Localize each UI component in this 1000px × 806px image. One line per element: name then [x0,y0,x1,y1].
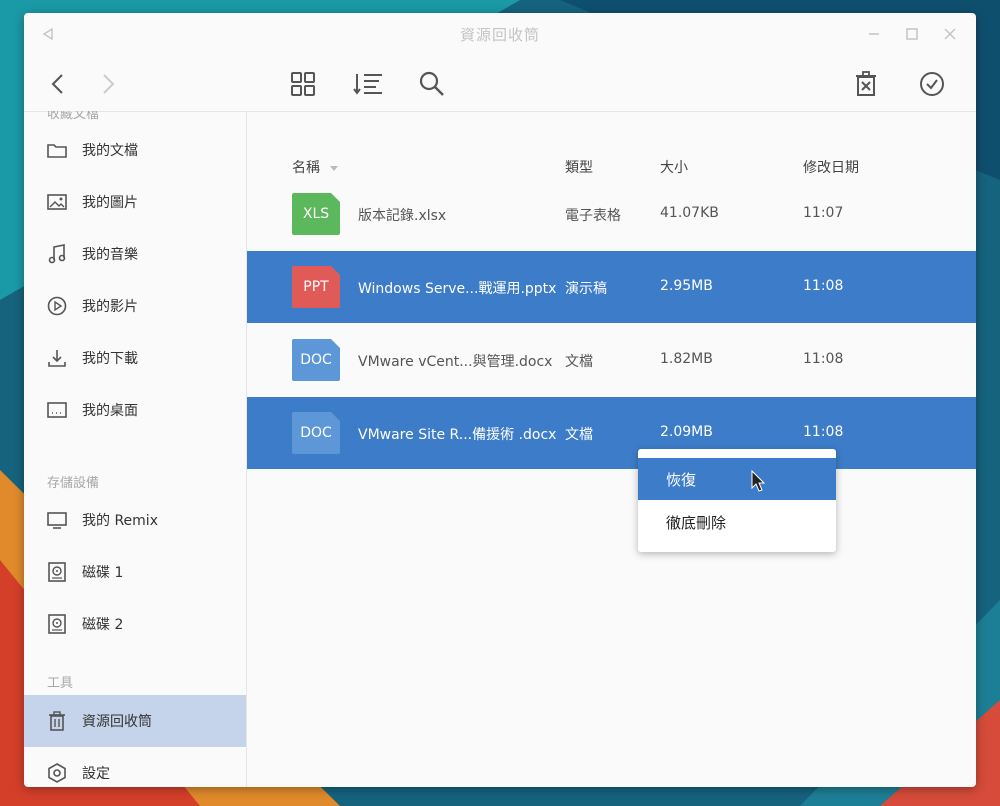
grid-view-button[interactable] [286,67,320,101]
maximize-icon[interactable] [902,24,922,44]
sidebar-item-documents[interactable]: 我的文檔 [24,124,246,176]
sort-button[interactable] [351,67,385,101]
file-type: 文檔 [565,427,593,443]
toolbar [24,55,976,112]
file-type: 文檔 [565,354,593,370]
section-label-tools: 工具 [47,676,74,691]
folder-icon [46,139,68,161]
sidebar-item-disk-1[interactable]: 磁碟 1 [24,546,246,598]
empty-trash-button[interactable] [849,67,883,101]
file-modified: 11:08 [803,424,844,440]
sort-icon [353,74,382,95]
file-size: 2.09MB [660,424,713,440]
file-row[interactable]: DOC VMware Site R...備援術 .docx 文檔 2.09MB … [247,397,976,469]
minimize-icon[interactable] [864,24,884,44]
monitor-icon [46,509,68,531]
forward-button[interactable] [91,67,125,101]
file-name: 版本記錄.xlsx [358,208,447,224]
doc-file-icon: DOC [292,412,340,454]
settings-icon [46,762,68,784]
trash-icon [46,710,68,732]
search-icon [419,71,444,96]
ppt-file-icon: PPT [292,266,340,308]
mouse-cursor-icon [751,470,766,492]
file-modified: 11:08 [803,351,844,367]
trash-x-icon [856,71,876,96]
select-mode-button[interactable] [915,67,949,101]
file-modified: 11:08 [803,278,844,294]
download-icon [46,347,68,369]
file-size: 41.07KB [660,205,719,221]
play-icon [46,295,68,317]
grid-icon [291,72,315,96]
file-name: Windows Serve...戰運用.pptx [358,281,557,297]
sidebar-item-downloads[interactable]: 我的下載 [24,332,246,384]
column-header-name[interactable]: 名稱 [292,157,338,177]
title-bar: 資源回收筒 [24,13,976,55]
column-header-size[interactable]: 大小 [660,157,688,177]
file-modified: 11:07 [803,205,844,221]
sidebar: 收藏文檔 我的文檔 我的圖片 我的音樂 我的影片 我的下載 我的桌面 存儲設備 … [24,111,247,787]
check-circle-icon [920,72,944,96]
close-icon[interactable] [940,24,960,44]
xls-file-icon: XLS [292,193,340,235]
restore-menu-item[interactable]: 恢復 [638,458,836,500]
column-header-modified[interactable]: 修改日期 [803,157,859,177]
desktop-icon [46,399,68,421]
sidebar-item-disk-2[interactable]: 磁碟 2 [24,598,246,650]
disk-icon [46,613,68,635]
back-button[interactable] [41,67,75,101]
section-label-storage: 存儲設備 [47,476,100,491]
sidebar-item-videos[interactable]: 我的影片 [24,280,246,332]
sidebar-item-pictures[interactable]: 我的圖片 [24,176,246,228]
context-menu: 恢復 徹底刪除 [638,449,836,552]
file-type: 電子表格 [565,208,621,224]
delete-permanently-menu-item[interactable]: 徹底刪除 [638,501,836,543]
column-header-type[interactable]: 類型 [565,157,593,177]
section-label-favorites: 收藏文檔 [47,111,100,122]
back-triangle-icon[interactable] [38,24,58,44]
file-name: VMware Site R...備援術 .docx [358,427,557,443]
doc-file-icon: DOC [292,339,340,381]
file-row[interactable]: DOC VMware vCent...與管理.docx 文檔 1.82MB 11… [247,324,976,396]
search-button[interactable] [415,67,449,101]
image-icon [46,191,68,213]
disk-icon [46,561,68,583]
file-size: 1.82MB [660,351,713,367]
file-row[interactable]: XLS 版本記錄.xlsx 電子表格 41.07KB 11:07 [247,178,976,250]
window-title: 資源回收筒 [459,25,540,44]
file-manager-window: 資源回收筒 收藏文檔 我的文檔 我的圖片 我的音樂 我的影片 我的下載 我的桌面… [24,13,976,787]
sort-caret-icon [330,165,338,171]
file-type: 演示稿 [565,281,607,297]
file-size: 2.95MB [660,278,713,294]
file-row[interactable]: PPT Windows Serve...戰運用.pptx 演示稿 2.95MB … [247,251,976,323]
sidebar-item-desktop[interactable]: 我的桌面 [24,384,246,436]
chevron-left-icon [51,74,63,94]
file-list-area: 名稱 類型 大小 修改日期 XLS 版本記錄.xlsx 電子表格 41.07KB… [247,111,976,787]
sidebar-item-music[interactable]: 我的音樂 [24,228,246,280]
sidebar-item-trash[interactable]: 資源回收筒 [24,695,246,747]
chevron-right-icon [103,74,115,94]
file-name: VMware vCent...與管理.docx [358,354,553,370]
sidebar-item-remix[interactable]: 我的 Remix [24,494,246,546]
music-icon [46,243,68,265]
sidebar-item-settings[interactable]: 設定 [24,747,246,787]
